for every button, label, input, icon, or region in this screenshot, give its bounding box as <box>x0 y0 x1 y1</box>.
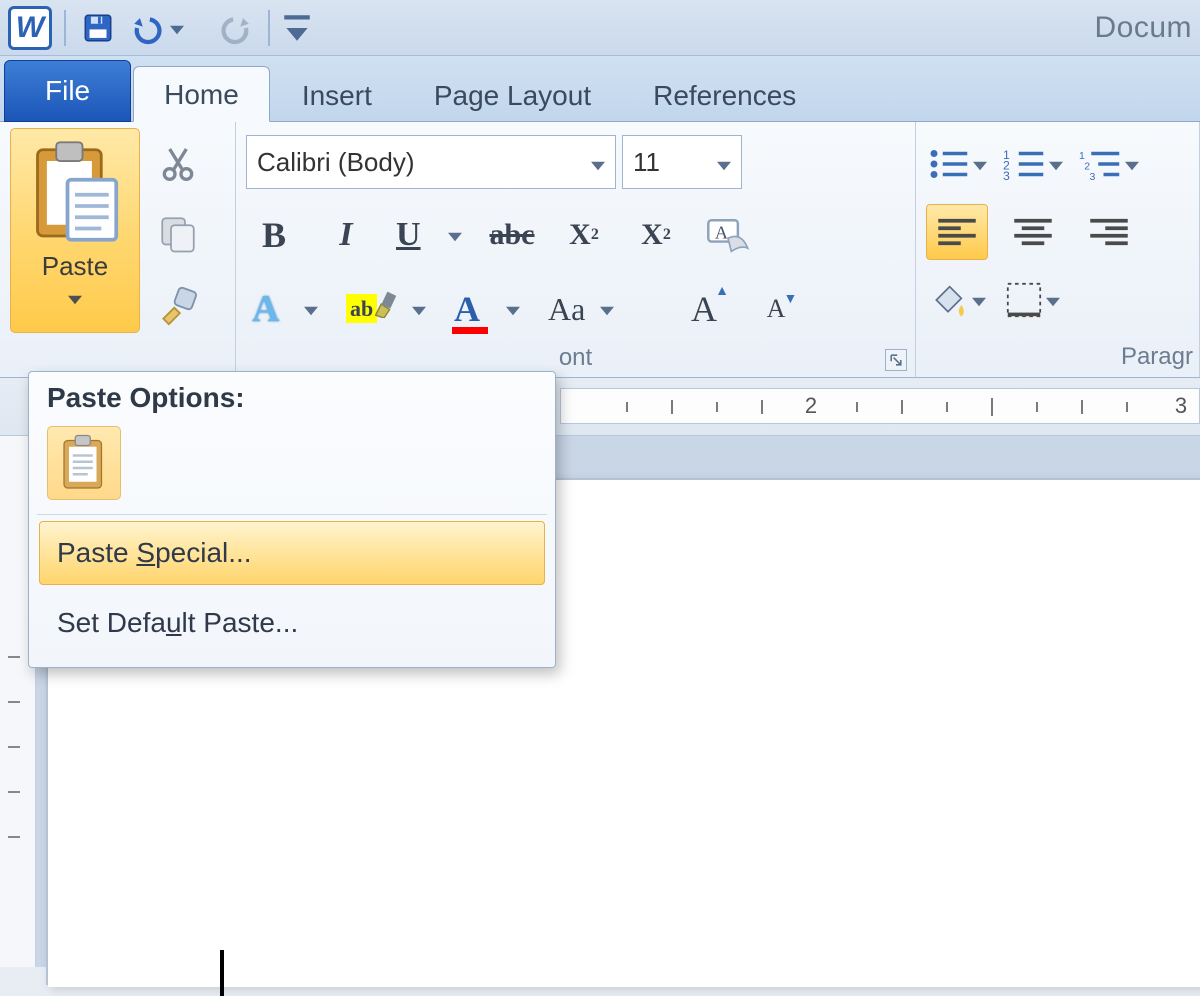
paste-options-header: Paste Options: <box>29 372 555 420</box>
svg-text:3: 3 <box>1090 171 1096 182</box>
text-cursor <box>220 950 224 996</box>
paste-split-button[interactable]: Paste <box>10 128 140 333</box>
font-size-value: 11 <box>633 147 660 178</box>
group-label-font: ont <box>559 344 592 372</box>
paste-option-keep-text[interactable] <box>47 426 121 500</box>
borders-icon <box>1006 282 1042 318</box>
font-name-combo[interactable]: Calibri (Body) <box>246 135 616 189</box>
clear-formatting-icon: A <box>705 215 751 255</box>
title-bar: W Docum <box>0 0 1200 56</box>
italic-button[interactable]: I <box>318 207 374 263</box>
change-case-split-button[interactable]: Aa <box>542 281 620 337</box>
redo-icon <box>219 11 253 45</box>
ribbon: Paste <box>0 122 1200 378</box>
ruler-number: 2 <box>805 393 817 419</box>
chevron-down-icon <box>506 296 520 323</box>
chevron-down-icon <box>1046 286 1060 314</box>
save-button[interactable] <box>78 8 118 48</box>
align-left-button[interactable] <box>926 204 988 260</box>
ribbon-tabs: File Home Insert Page Layout References <box>0 56 1200 122</box>
tab-file[interactable]: File <box>4 60 131 122</box>
save-icon <box>81 11 115 45</box>
font-name-value: Calibri (Body) <box>257 147 415 178</box>
group-paragraph: 1 2 3 1 2 3 <box>916 122 1200 377</box>
tab-home[interactable]: Home <box>133 66 270 122</box>
bold-button[interactable]: B <box>246 207 302 263</box>
qat-separator <box>268 10 270 46</box>
chevron-down-icon <box>304 296 318 323</box>
svg-text:3: 3 <box>1003 169 1010 182</box>
tab-references[interactable]: References <box>623 68 826 122</box>
bullets-icon <box>927 146 969 182</box>
strikethrough-button[interactable]: abc <box>484 207 540 263</box>
chevron-down-icon <box>448 222 462 249</box>
chevron-down-icon <box>68 284 82 312</box>
shading-split-button[interactable] <box>926 272 988 328</box>
copy-button[interactable] <box>148 208 208 260</box>
horizontal-ruler[interactable]: 2 3 <box>560 388 1200 424</box>
group-clipboard: Paste <box>0 122 236 377</box>
clear-formatting-button[interactable]: A <box>700 207 756 263</box>
chevron-down-icon <box>600 296 614 323</box>
paste-label: Paste <box>42 251 109 282</box>
redo-button[interactable] <box>216 8 256 48</box>
undo-split-button[interactable] <box>130 8 204 48</box>
chevron-down-icon <box>170 14 184 42</box>
scissors-icon <box>158 144 198 184</box>
window-title: Docum <box>1094 11 1192 45</box>
qat-separator <box>64 10 66 46</box>
shrink-font-button[interactable]: A▼ <box>748 281 804 337</box>
format-painter-button[interactable] <box>148 278 208 330</box>
multilevel-list-split-button[interactable]: 1 2 3 <box>1078 136 1140 192</box>
align-center-button[interactable] <box>1002 204 1064 260</box>
tab-insert[interactable]: Insert <box>272 68 402 122</box>
numbering-split-button[interactable]: 1 2 3 <box>1002 136 1064 192</box>
chevron-down-icon <box>591 147 605 178</box>
superscript-button[interactable]: X2 <box>628 207 684 263</box>
word-app-icon: W <box>8 6 52 50</box>
numbering-icon: 1 2 3 <box>1003 146 1045 182</box>
tab-page-layout[interactable]: Page Layout <box>404 68 621 122</box>
paint-bucket-icon <box>928 280 968 320</box>
highlighter-icon <box>372 290 396 318</box>
copy-icon <box>157 213 199 255</box>
font-size-combo[interactable]: 11 <box>622 135 742 189</box>
chevron-down-icon <box>1049 150 1063 178</box>
undo-icon <box>130 11 164 45</box>
clipboard-small-icon <box>58 433 110 493</box>
font-color-split-button[interactable]: A <box>448 281 526 337</box>
menu-item-paste-special[interactable]: Paste Special... <box>39 521 545 585</box>
underline-split-button[interactable]: U <box>390 207 468 263</box>
group-label-paragraph: Paragr <box>1121 343 1193 371</box>
chevron-down-icon <box>973 150 987 178</box>
cut-button[interactable] <box>148 138 208 190</box>
subscript-button[interactable]: X2 <box>556 207 612 263</box>
borders-split-button[interactable] <box>1002 272 1064 328</box>
grow-font-button[interactable]: A▲ <box>676 281 732 337</box>
paste-options-menu: Paste Options: Paste Special... Set Defa… <box>28 371 556 668</box>
ruler-number: 3 <box>1175 393 1187 419</box>
customize-qat-button[interactable] <box>282 8 312 48</box>
customize-icon <box>282 11 312 45</box>
menu-item-set-default-paste[interactable]: Set Default Paste... <box>39 591 545 655</box>
chevron-down-icon <box>412 296 426 323</box>
font-dialog-launcher[interactable] <box>885 349 907 371</box>
paintbrush-icon <box>156 282 200 326</box>
chevron-down-icon <box>717 147 731 178</box>
chevron-down-icon <box>1125 150 1139 178</box>
clipboard-icon <box>30 137 120 245</box>
align-right-button[interactable] <box>1078 204 1140 260</box>
svg-text:A: A <box>715 222 728 242</box>
bullets-split-button[interactable] <box>926 136 988 192</box>
chevron-down-icon <box>972 286 986 314</box>
highlight-split-button[interactable]: ab <box>340 281 432 337</box>
group-font: Calibri (Body) 11 B I U abc X2 X2 A <box>236 122 916 377</box>
multilevel-icon: 1 2 3 <box>1079 146 1121 182</box>
text-effects-split-button[interactable]: A <box>246 281 324 337</box>
